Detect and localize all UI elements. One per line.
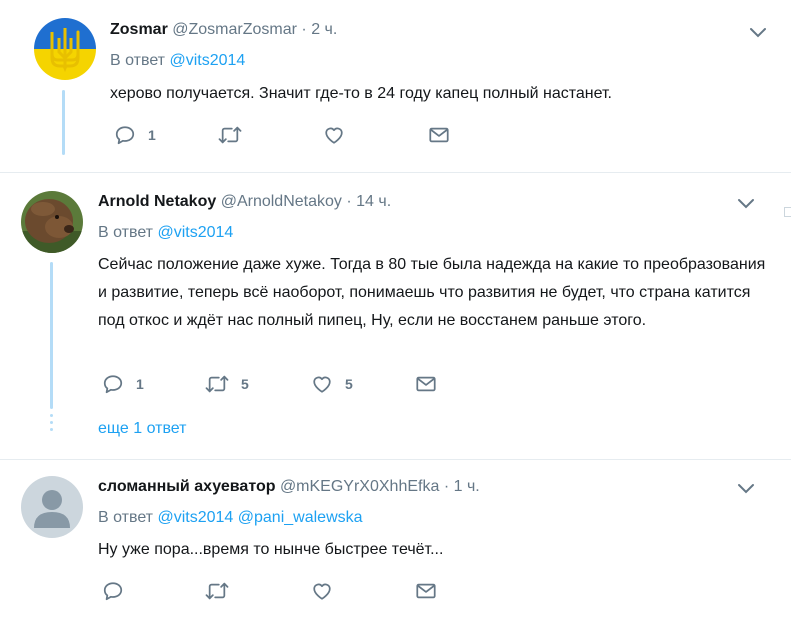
direct-message-button[interactable] bbox=[415, 579, 437, 603]
chevron-down-icon[interactable] bbox=[736, 481, 756, 497]
retweet-icon bbox=[218, 126, 242, 144]
tweet[interactable]: Arnold Netakoy @ArnoldNetakoy · 14 ч. В … bbox=[0, 173, 791, 458]
avatar[interactable] bbox=[21, 191, 83, 253]
like-button[interactable]: 5 bbox=[311, 372, 353, 396]
reply-count: 1 bbox=[136, 376, 144, 392]
separator-dot: · bbox=[346, 193, 352, 210]
reply-prefix: В ответ bbox=[98, 224, 154, 241]
mention-link[interactable]: @vits2014 bbox=[157, 509, 233, 526]
chevron-down-icon[interactable] bbox=[736, 196, 756, 212]
retweet-button[interactable]: 5 bbox=[205, 372, 249, 396]
reply-button[interactable] bbox=[102, 579, 136, 603]
mention-link[interactable]: @vits2014 bbox=[169, 52, 245, 69]
tweet[interactable]: Zosmar @ZosmarZosmar · 2 ч. В ответ @vit… bbox=[0, 0, 791, 170]
tweet-header: сломанный ахуеватор @mKEGYrX0XhhEfka · 1… bbox=[98, 478, 480, 496]
trident-flag-avatar-icon bbox=[34, 18, 96, 80]
mention-link[interactable]: @vits2014 bbox=[157, 224, 233, 241]
avatar[interactable] bbox=[34, 18, 96, 80]
timestamp[interactable]: 14 ч. bbox=[356, 193, 391, 210]
like-icon bbox=[325, 127, 343, 144]
scrollbar-marker[interactable] bbox=[784, 207, 791, 217]
like-button[interactable] bbox=[311, 579, 345, 603]
user-handle[interactable]: @mKEGYrX0XhhEfka bbox=[280, 478, 439, 495]
show-more-replies-link[interactable]: еще 1 ответ bbox=[98, 420, 186, 438]
thread-line bbox=[62, 90, 65, 155]
display-name[interactable]: Arnold Netakoy bbox=[98, 193, 216, 210]
retweet-button[interactable] bbox=[218, 123, 254, 147]
reply-prefix: В ответ bbox=[110, 52, 166, 69]
tweet-header: Zosmar @ZosmarZosmar · 2 ч. bbox=[110, 21, 337, 39]
avatar[interactable] bbox=[21, 476, 83, 538]
like-icon bbox=[313, 376, 331, 393]
reply-prefix: В ответ bbox=[98, 509, 154, 526]
user-handle[interactable]: @ArnoldNetakoy bbox=[221, 193, 342, 210]
reply-context: В ответ @vits2014 @pani_walewska bbox=[98, 509, 363, 527]
separator-dot: · bbox=[301, 21, 307, 38]
thread-line bbox=[50, 262, 53, 409]
tweet-text: херово получается. Значит где-то в 24 го… bbox=[110, 85, 612, 102]
tweet-header: Arnold Netakoy @ArnoldNetakoy · 14 ч. bbox=[98, 193, 391, 211]
beaver-avatar-icon bbox=[21, 191, 83, 253]
reply-icon bbox=[103, 582, 123, 601]
user-handle[interactable]: @ZosmarZosmar bbox=[172, 21, 297, 38]
retweet-button[interactable] bbox=[205, 579, 241, 603]
reply-context: В ответ @vits2014 bbox=[110, 52, 245, 70]
retweet-icon bbox=[205, 582, 229, 600]
thread-dots bbox=[50, 414, 53, 435]
tweet[interactable]: сломанный ахуеватор @mKEGYrX0XhhEfka · 1… bbox=[0, 460, 791, 619]
tweet-text: Сейчас положение даже хуже. Тогда в 80 т… bbox=[98, 256, 766, 329]
message-icon bbox=[429, 127, 449, 143]
chevron-down-icon[interactable] bbox=[748, 25, 768, 41]
display-name[interactable]: сломанный ахуеватор bbox=[98, 478, 275, 495]
default-profile-avatar-icon bbox=[21, 476, 83, 538]
message-icon bbox=[416, 376, 436, 392]
reply-count: 1 bbox=[148, 127, 156, 143]
display-name[interactable]: Zosmar bbox=[110, 21, 168, 38]
tweet-text: Ну уже пора...время то нынче быстрее теч… bbox=[98, 541, 444, 558]
direct-message-button[interactable] bbox=[415, 372, 437, 396]
like-button[interactable] bbox=[323, 123, 357, 147]
reply-button[interactable]: 1 bbox=[102, 372, 144, 396]
separator-dot: · bbox=[443, 478, 450, 495]
reply-icon bbox=[115, 126, 135, 145]
retweet-icon bbox=[205, 375, 229, 393]
mention-link[interactable]: @pani_walewska bbox=[238, 509, 363, 526]
retweet-count: 5 bbox=[241, 376, 249, 392]
reply-icon bbox=[103, 375, 123, 394]
message-icon bbox=[416, 583, 436, 599]
reply-context: В ответ @vits2014 bbox=[98, 224, 233, 242]
like-icon bbox=[313, 583, 331, 600]
direct-message-button[interactable] bbox=[428, 123, 450, 147]
like-count: 5 bbox=[345, 376, 353, 392]
timestamp[interactable]: 1 ч. bbox=[454, 478, 480, 495]
timestamp[interactable]: 2 ч. bbox=[311, 21, 337, 38]
reply-button[interactable]: 1 bbox=[114, 123, 156, 147]
